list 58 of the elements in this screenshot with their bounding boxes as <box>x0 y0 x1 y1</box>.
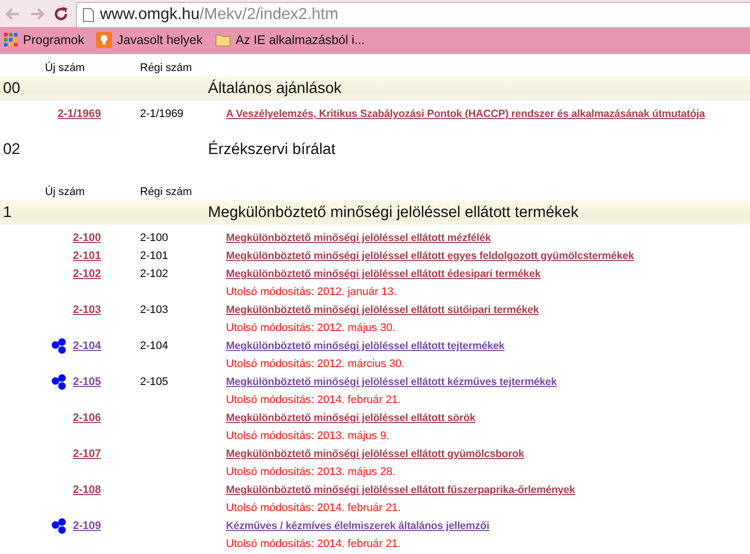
modified-date: Utolsó módosítás: 2014. február 21. <box>226 538 402 550</box>
lightbulb-icon <box>96 32 112 48</box>
modified-date: Utolsó módosítás: 2012. január 13. <box>226 286 398 298</box>
document-link[interactable]: Megkülönböztető minőségi jelöléssel ellátott egyes feldolgozott gyümölcstermékek <box>226 250 750 262</box>
number-link[interactable]: 2-107 <box>72 448 101 460</box>
number-link[interactable]: 2-108 <box>72 484 101 496</box>
old-number: 2-1/1969 <box>139 108 184 120</box>
number-link[interactable]: 2-103 <box>72 304 101 316</box>
document-link[interactable]: Megkülönböztető minőségi jelöléssel ellátott édesipari termékek <box>226 268 750 280</box>
column-header: Új szám <box>45 186 86 198</box>
document-link[interactable]: A Veszélyelemzés, Kritikus Szabályozási Pontok (HACCP) rendszer és alkalmazásának útmutatója <box>226 108 750 120</box>
address-bar[interactable]: www.omgk.hu/Mekv/2/index2.htm <box>76 2 750 28</box>
column-header: Régi szám <box>140 186 193 198</box>
document-link[interactable]: Megkülönböztető minőségi jelöléssel ellátott fűszerpaprika-őrlemények <box>226 484 750 496</box>
document-link[interactable]: Megkülönböztető minőségi jelöléssel ellátott gyümölcsborok <box>226 448 750 460</box>
section-title: Általános ajánlások <box>208 80 343 98</box>
number-link[interactable]: 2-105 <box>72 376 101 388</box>
number-link[interactable]: 2-104 <box>72 340 101 352</box>
bookmark-item[interactable]: Az IE alkalmazásból i... <box>214 33 365 47</box>
modified-date: Utolsó módosítás: 2012. május 30. <box>226 322 396 334</box>
document-link[interactable]: Megkülönböztető minőségi jelöléssel ellátott tejtermékek <box>226 340 750 352</box>
document-link[interactable]: Megkülönböztető minőségi jelöléssel ellátott sütőipari termékek <box>226 304 750 316</box>
column-header: Új szám <box>45 62 86 74</box>
old-number: 2-105 <box>139 376 170 388</box>
old-number: 2-102 <box>139 268 170 280</box>
apps-grid-icon <box>4 33 18 47</box>
number-link[interactable]: 2-101 <box>72 250 101 262</box>
document-link[interactable]: Kézműves / kézmíves élelmiszerek általános jellemzői <box>226 520 750 532</box>
folder-icon <box>214 33 231 47</box>
modified-date: Utolsó módosítás: 2014. február 21. <box>226 394 402 406</box>
url-host: www.omgk.hu <box>100 6 200 24</box>
document-link[interactable]: Megkülönböztető minőségi jelöléssel ellátott mézfélék <box>226 232 750 244</box>
modified-date: Utolsó módosítás: 2012. március 30. <box>226 358 406 370</box>
number-link[interactable]: 2-106 <box>72 412 101 424</box>
old-number: 2-103 <box>139 304 170 316</box>
bookmark-item[interactable]: Javasolt helyek <box>96 32 203 48</box>
section-code: 00 <box>2 80 22 98</box>
number-link[interactable]: 2-100 <box>72 232 101 244</box>
section-code: 1 <box>2 204 13 222</box>
modified-date: Utolsó módosítás: 2013. május 28. <box>226 466 396 478</box>
modified-date: Utolsó módosítás: 2013. május 9. <box>226 430 390 442</box>
document-link[interactable]: Megkülönböztető minőségi jelöléssel ellátott sörök <box>226 412 750 424</box>
old-number: 2-104 <box>139 340 170 352</box>
url-path: /Mekv/2/index2.htm <box>200 6 338 24</box>
section-title: Megkülönböztető minőségi jelöléssel ellátott termékek <box>208 204 580 222</box>
old-number: 2-101 <box>139 250 170 262</box>
column-header: Régi szám <box>140 62 193 74</box>
bookmark-item[interactable]: Programok <box>4 33 84 47</box>
section-title: Érzékszervi bírálat <box>208 140 336 158</box>
number-link[interactable]: 2-1/1969 <box>58 108 101 120</box>
number-link[interactable]: 2-102 <box>72 268 101 280</box>
reload-icon[interactable] <box>52 4 70 22</box>
section-code: 02 <box>2 140 22 158</box>
page-icon <box>83 8 94 22</box>
document-link[interactable]: Megkülönböztető minőségi jelöléssel ellátott kézműves tejtermékek <box>226 376 750 388</box>
number-link[interactable]: 2-109 <box>72 520 101 532</box>
modified-date: Utolsó módosítás: 2014. február 21. <box>226 502 402 514</box>
old-number: 2-100 <box>139 232 170 244</box>
